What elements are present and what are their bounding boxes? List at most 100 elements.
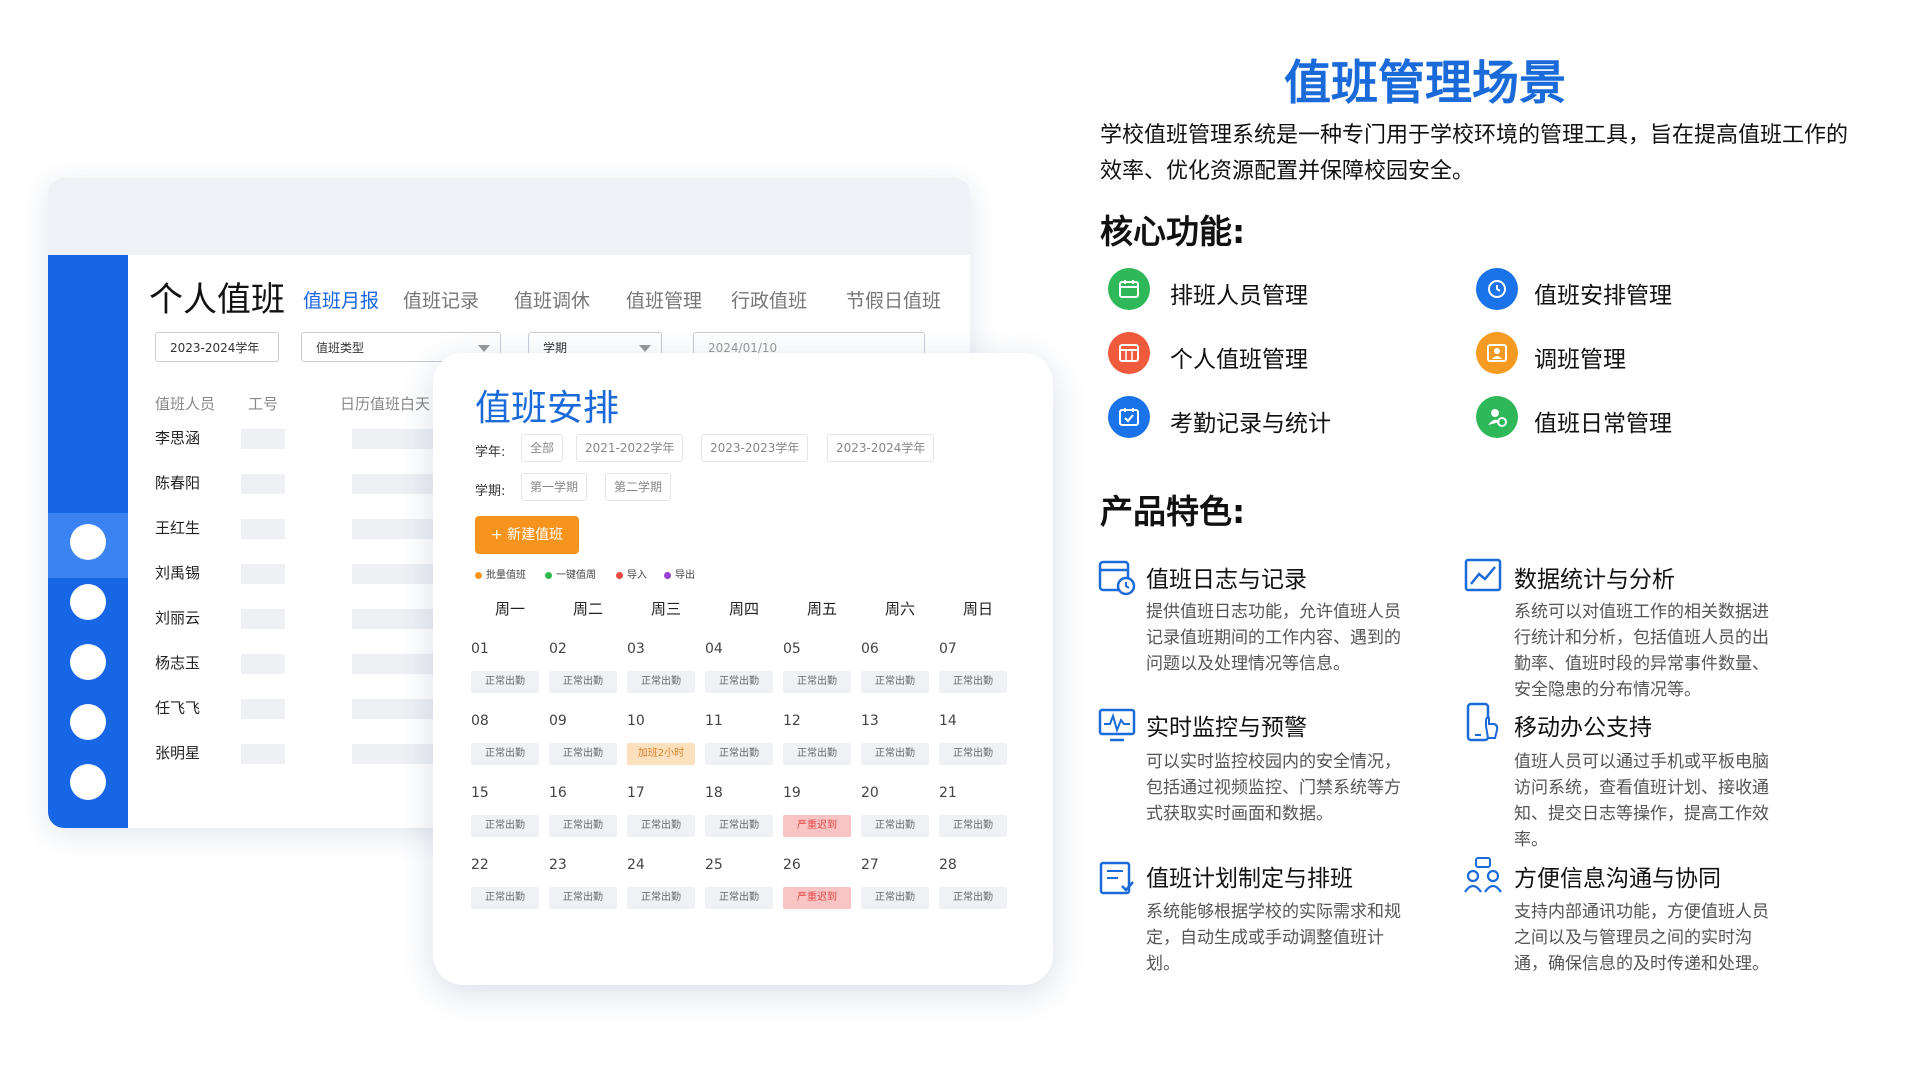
attendance-status-badge[interactable]: 正常出勤	[549, 671, 617, 693]
calendar-day-number: 20	[861, 785, 879, 801]
attendance-status-badge[interactable]: 正常出勤	[861, 671, 929, 693]
calendar-day-number: 19	[783, 785, 801, 801]
import-action[interactable]: 导入	[616, 566, 647, 581]
attendance-status-badge[interactable]: 正常出勤	[705, 743, 773, 765]
weekday-header: 周四	[728, 600, 759, 618]
page-title: 个人值班	[149, 280, 285, 320]
window-titlebar	[48, 178, 970, 255]
attendance-status-badge[interactable]: 正常出勤	[471, 887, 539, 909]
team-chat-icon	[1462, 856, 1502, 896]
attendance-status-badge[interactable]: 正常出勤	[939, 743, 1007, 765]
attendance-status-badge[interactable]: 严重迟到	[783, 815, 851, 837]
table-row-duty-cell	[352, 609, 442, 629]
attendance-status-badge[interactable]: 正常出勤	[471, 815, 539, 837]
table-row-id-cell	[241, 654, 285, 674]
table-row-duty-cell	[352, 564, 442, 584]
attendance-status-badge[interactable]: 正常出勤	[705, 671, 773, 693]
sidebar-item-4[interactable]	[70, 704, 106, 740]
attendance-status-badge[interactable]: 正常出勤	[783, 671, 851, 693]
tab-duty-records[interactable]: 值班记录	[403, 286, 479, 313]
calendar-icon	[1108, 268, 1150, 310]
attendance-status-badge[interactable]: 正常出勤	[939, 815, 1007, 837]
table-row-name[interactable]: 陈春阳	[155, 472, 200, 493]
attendance-status-badge[interactable]: 正常出勤	[627, 671, 695, 693]
scene-title: 值班管理场景	[1284, 56, 1566, 111]
sidebar-item-1[interactable]	[70, 524, 106, 560]
tab-holiday-duty[interactable]: 节假日值班	[846, 286, 941, 313]
table-row-id-cell	[241, 744, 285, 764]
sidebar-item-5[interactable]	[70, 764, 106, 800]
export-label: 导出	[675, 570, 695, 581]
attendance-status-badge[interactable]: 正常出勤	[861, 815, 929, 837]
calendar-day-number: 02	[549, 641, 567, 657]
calendar-day-number: 01	[471, 641, 489, 657]
feature-title-planning: 值班计划制定与排班	[1146, 866, 1353, 892]
feature-title-communication: 方便信息沟通与协同	[1514, 866, 1721, 892]
table-row-duty-cell	[352, 654, 442, 674]
weekday-header: 周一	[494, 600, 525, 618]
table-row-id-cell	[241, 519, 285, 539]
year-option-2023b[interactable]: 2023-2024学年	[827, 434, 935, 462]
attendance-status-badge[interactable]: 正常出勤	[705, 815, 773, 837]
attendance-status-badge[interactable]: 正常出勤	[471, 743, 539, 765]
user-clock-icon	[1476, 396, 1518, 438]
term-option-first[interactable]: 第一学期	[521, 473, 588, 501]
duty-type-value: 值班类型	[316, 341, 365, 355]
table-row-name[interactable]: 刘丽云	[155, 607, 200, 628]
calendar-day-number: 21	[939, 785, 957, 801]
table-row-name[interactable]: 刘禹锡	[155, 562, 200, 583]
mobile-touch-icon	[1464, 702, 1502, 742]
attendance-status-badge[interactable]: 正常出勤	[939, 887, 1007, 909]
attendance-status-badge[interactable]: 正常出勤	[549, 815, 617, 837]
attendance-status-badge[interactable]: 正常出勤	[939, 671, 1007, 693]
attendance-status-badge[interactable]: 正常出勤	[861, 743, 929, 765]
tab-admin-duty[interactable]: 行政值班	[731, 286, 807, 313]
attendance-status-badge[interactable]: 正常出勤	[783, 743, 851, 765]
attendance-status-badge[interactable]: 严重迟到	[783, 887, 851, 909]
table-row-duty-cell	[352, 519, 442, 539]
table-row-name[interactable]: 王红生	[155, 517, 200, 538]
attendance-status-badge[interactable]: 加班2小时	[627, 743, 695, 765]
export-action[interactable]: 导出	[664, 566, 695, 581]
calendar-day-number: 17	[627, 785, 645, 801]
year-option-all[interactable]: 全部	[521, 434, 564, 462]
attendance-status-badge[interactable]: 正常出勤	[549, 887, 617, 909]
batch-duty-action[interactable]: 批量值班	[475, 566, 526, 581]
table-row-name[interactable]: 任飞飞	[155, 697, 200, 718]
plan-icon	[1098, 858, 1136, 898]
year-label: 学年:	[475, 445, 506, 460]
feature-desc-monitoring: 可以实时监控校园内的安全情况，包括通过视频监控、门禁系统等方式获取实时画面和数据…	[1146, 752, 1401, 824]
calendar-day-number: 05	[783, 641, 801, 657]
tab-duty-management[interactable]: 值班管理	[626, 286, 702, 313]
attendance-status-badge[interactable]: 正常出勤	[705, 887, 773, 909]
table-row-name[interactable]: 张明星	[155, 742, 200, 763]
calendar-day-number: 25	[705, 857, 723, 873]
attendance-status-badge[interactable]: 正常出勤	[471, 671, 539, 693]
orange-dot-icon	[475, 571, 482, 579]
attendance-status-badge[interactable]: 正常出勤	[627, 815, 695, 837]
tab-duty-leave[interactable]: 值班调休	[514, 286, 590, 313]
calendar-day-number: 12	[783, 713, 801, 729]
table-row-duty-cell	[352, 744, 442, 764]
new-duty-button[interactable]: + 新建值班	[475, 516, 579, 554]
table-row-name[interactable]: 李思涵	[155, 427, 200, 448]
feature-title-logs: 值班日志与记录	[1146, 567, 1307, 593]
sidebar-item-3[interactable]	[70, 644, 106, 680]
feature-desc-planning: 系统能够根据学校的实际需求和规定，自动生成或手动调整值班计划。	[1146, 902, 1401, 974]
one-click-week-action[interactable]: 一键值周	[545, 566, 596, 581]
year-option-2023a[interactable]: 2023-2023学年	[701, 434, 809, 462]
year-select[interactable]: 2023-2024学年	[155, 332, 279, 362]
table-row-name[interactable]: 杨志玉	[155, 652, 200, 673]
attendance-status-badge[interactable]: 正常出勤	[549, 743, 617, 765]
column-header-daytime: 日历值班白天	[340, 395, 431, 413]
term-option-second[interactable]: 第二学期	[605, 473, 672, 501]
calendar-day-number: 08	[471, 713, 489, 729]
tab-monthly-report[interactable]: 值班月报	[303, 286, 379, 313]
calendar-day-number: 11	[705, 713, 723, 729]
check-calendar-icon	[1108, 396, 1150, 438]
attendance-status-badge[interactable]: 正常出勤	[861, 887, 929, 909]
sidebar-item-2[interactable]	[70, 584, 106, 620]
year-option-2021[interactable]: 2021-2022学年	[576, 434, 684, 462]
duty-arrangement-card: 值班安排 学年: 全部 2021-2022学年 2023-2023学年 2023…	[433, 353, 1053, 985]
attendance-status-badge[interactable]: 正常出勤	[627, 887, 695, 909]
